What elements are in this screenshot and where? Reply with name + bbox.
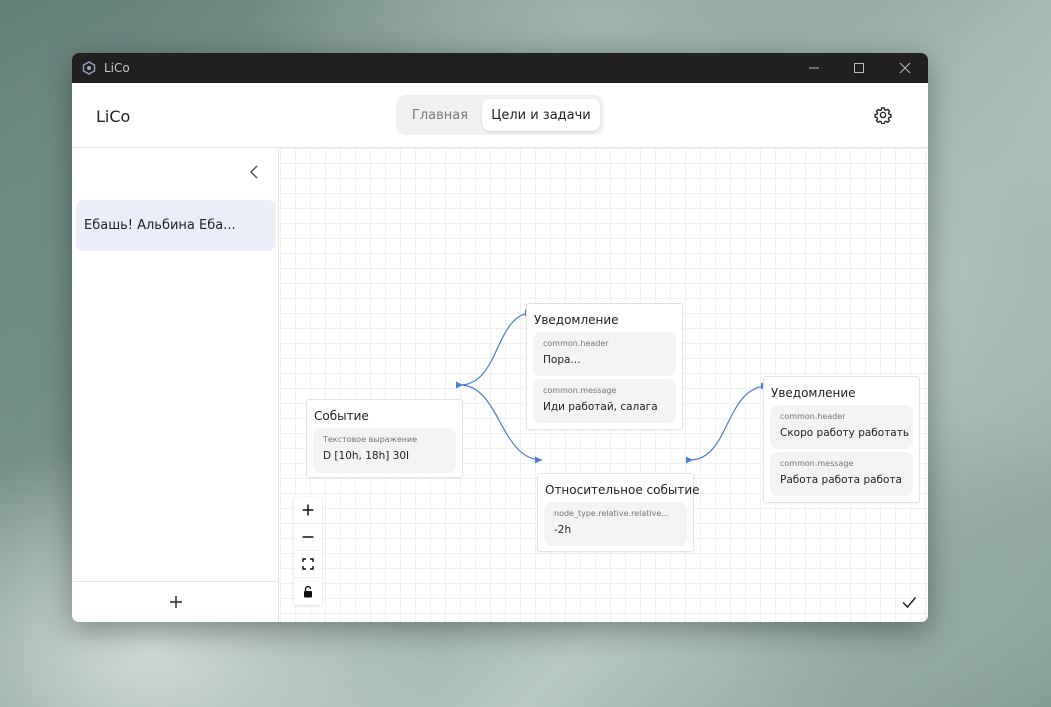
field-value: Иди работай, салага: [543, 401, 658, 413]
maximize-icon: [854, 63, 864, 73]
gear-icon[interactable]: [874, 106, 892, 124]
node-notification[interactable]: Уведомление common.header Скоро работу р…: [763, 376, 920, 503]
add-goal-button[interactable]: [169, 595, 183, 609]
lock-button[interactable]: [294, 578, 322, 605]
minus-icon: [302, 536, 314, 538]
field-key: Текстовое выражение: [323, 435, 418, 444]
field-value: -2h: [554, 524, 572, 536]
field-value: Работа работа работа: [780, 474, 902, 486]
field-key: common.header: [543, 339, 609, 348]
field-value: Пора...: [543, 354, 581, 366]
edge-arrow-icon: [535, 456, 542, 464]
output-handle-icon: [456, 381, 463, 389]
sidebar-footer: [72, 581, 279, 622]
node-title: Событие: [314, 409, 369, 423]
collapse-sidebar-button[interactable]: [246, 163, 262, 181]
zoom-in-button[interactable]: [294, 497, 322, 524]
plus-icon: [302, 504, 314, 516]
node-field[interactable]: common.header Пора...: [533, 332, 676, 376]
field-key: node_type.relative.relative...: [554, 509, 669, 518]
flow-canvas[interactable]: Событие Текстовое выражение D [10h, 18h]…: [280, 148, 928, 622]
field-value: Скоро работу работать: [780, 427, 910, 439]
field-key: common.message: [780, 459, 854, 468]
app-header: LiCo Главная Цели и задачи: [72, 83, 928, 148]
minimize-icon: [809, 67, 819, 69]
edge-event-notification1: [459, 312, 533, 386]
field-value: D [10h, 18h] 30I: [323, 450, 410, 462]
edge-relative-notification2: [689, 385, 769, 461]
field-key: common.header: [780, 412, 846, 421]
node-notification[interactable]: Уведомление common.header Пора... common…: [526, 303, 683, 430]
maximize-button[interactable]: [836, 53, 882, 83]
field-key: common.message: [543, 386, 617, 395]
node-field[interactable]: Текстовое выражение D [10h, 18h] 30I: [313, 428, 456, 473]
nav-tabs: Главная Цели и задачи: [396, 95, 604, 135]
node-event[interactable]: Событие Текстовое выражение D [10h, 18h]…: [306, 399, 463, 478]
lock-open-icon: [304, 585, 312, 597]
node-title: Уведомление: [771, 386, 856, 400]
node-relative-event[interactable]: Относительное событие node_type.relative…: [537, 473, 700, 552]
node-field[interactable]: node_type.relative.relative... -2h: [544, 502, 687, 546]
sidebar: Ебашь! Альбина Еба...: [72, 148, 279, 622]
tab-goals-tasks[interactable]: Цели и задачи: [482, 99, 600, 131]
app-window: LiCo LiCo Главная Цели и задачи Ебашь! А…: [72, 53, 928, 622]
minimize-button[interactable]: [791, 53, 837, 83]
canvas-controls: [294, 497, 322, 605]
node-title: Относительное событие: [545, 483, 700, 497]
tab-main[interactable]: Главная: [400, 99, 480, 131]
chevron-left-icon: [250, 165, 258, 179]
output-handle-icon: [686, 456, 693, 464]
brand-title: LiCo: [96, 107, 131, 126]
close-icon: [899, 62, 911, 74]
node-field[interactable]: common.header Скоро работу работать: [770, 405, 913, 449]
window-title: LiCo: [104, 61, 130, 75]
close-button[interactable]: [882, 53, 928, 83]
node-field[interactable]: common.message Иди работай, салага: [533, 379, 676, 423]
node-field[interactable]: common.message Работа работа работа: [770, 452, 913, 496]
zoom-out-button[interactable]: [294, 524, 322, 551]
checkmark-icon[interactable]: [900, 593, 918, 611]
fit-view-button[interactable]: [294, 551, 322, 578]
sidebar-item-goal[interactable]: Ебашь! Альбина Еба...: [76, 200, 275, 251]
fit-view-icon: [302, 558, 314, 570]
node-title: Уведомление: [534, 313, 619, 327]
app-logo-icon: [82, 61, 96, 75]
title-bar: LiCo: [72, 53, 928, 83]
